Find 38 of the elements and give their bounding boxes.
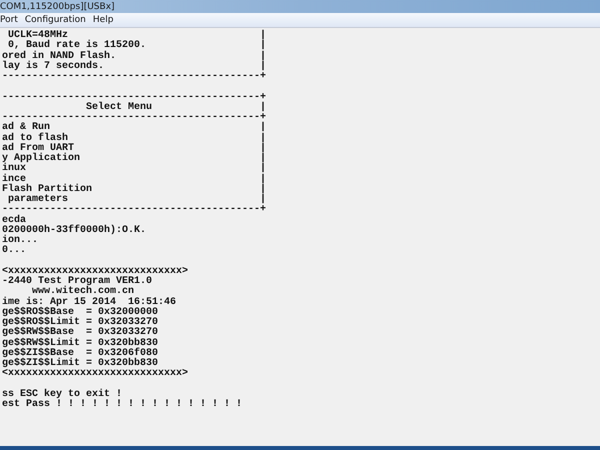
terminal-line: ime is: Apr 15 2014 16:51:46: [2, 298, 176, 308]
menu-item[interactable]: Help: [92, 15, 114, 25]
terminal-line: est Pass ! ! ! ! ! ! ! ! ! ! ! ! ! ! ! !: [2, 400, 242, 410]
terminal-line: ecda: [2, 216, 26, 226]
terminal-line: 0200000h-33ff0000h):O.K.: [2, 226, 146, 236]
terminal-line: ge$$RO$$Base = 0x32000000: [2, 308, 158, 318]
window-title: COM1,115200bps][USBx]: [0, 2, 115, 12]
terminal-line: -------------------------------------------+: [2, 205, 266, 216]
terminal-line: -------------------------------------------+: [2, 72, 266, 82]
terminal-line: y Application |: [2, 154, 266, 164]
terminal-line: ge$$RO$$Limit = 0x32033270: [2, 318, 158, 328]
terminal-line: -2440 Test Program VER1.0: [2, 277, 152, 287]
terminal-line: lay is 7 seconds. |: [2, 62, 266, 72]
terminal-line: ad to flash |: [2, 134, 266, 144]
terminal-line: 0...: [2, 246, 26, 256]
terminal-line: -------------------------------------------+: [2, 113, 266, 123]
terminal-line: ge$$ZI$$Base = 0x3206f080: [2, 348, 158, 359]
terminal-line: <xxxxxxxxxxxxxxxxxxxxxxxxxxxxx>: [2, 369, 188, 380]
terminal-line: ad From UART |: [2, 144, 266, 154]
terminal-line: -------------------------------------------+: [2, 92, 266, 102]
terminal-line: inux |: [2, 164, 266, 174]
terminal-line: ge$$RW$$Base = 0x32033270: [2, 328, 158, 338]
terminal-line: ge$$RW$$Limit = 0x320bb830: [2, 338, 158, 348]
terminal-line: ss ESC key to exit !: [2, 390, 122, 400]
terminal-line: ad & Run |: [2, 123, 266, 134]
terminal-line: ion...: [2, 236, 38, 246]
terminal-line: ored in NAND Flash. |: [2, 52, 266, 62]
terminal-line: parameters |: [7, 195, 266, 205]
terminal-line: Select Menu |: [85, 102, 266, 113]
terminal-line: www.witech.com.cn: [32, 287, 134, 298]
terminal-line: ge$$ZI$$Limit = 0x320bb830: [2, 359, 158, 369]
terminal-line: <xxxxxxxxxxxxxxxxxxxxxxxxxxxxx>: [2, 266, 188, 277]
terminal-line: ince |: [2, 174, 266, 184]
menu-item[interactable]: Configuration: [24, 15, 86, 25]
menu-item[interactable]: Port: [0, 15, 18, 25]
terminal-line: 0, Baud rate is 115200. |: [8, 41, 266, 52]
terminal-line: UCLK=48MHz |: [7, 31, 266, 41]
terminal-line: Flash Partition |: [2, 184, 266, 195]
